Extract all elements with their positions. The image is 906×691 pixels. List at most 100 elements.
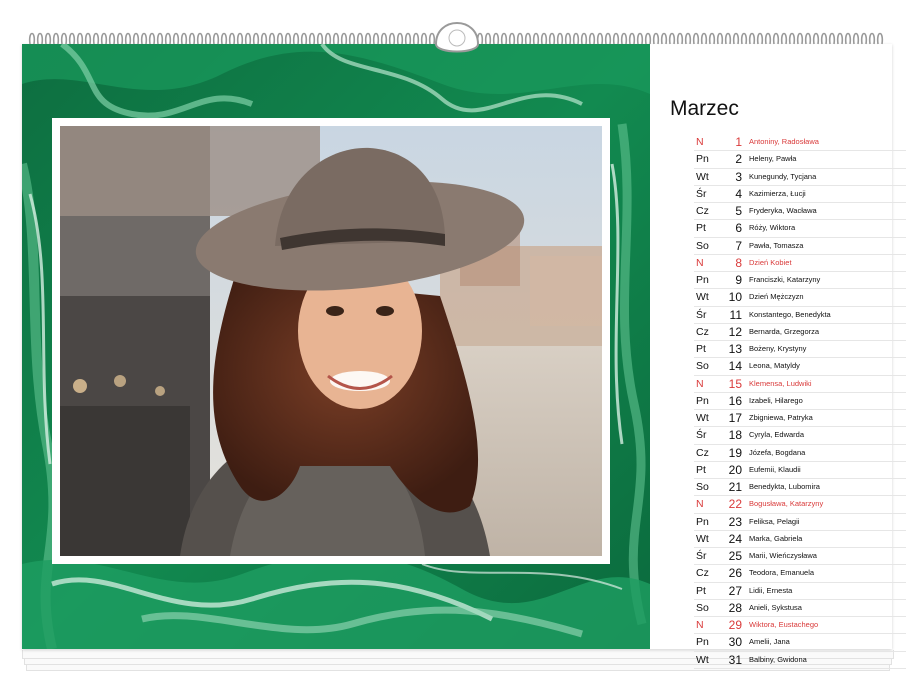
- binding-loop: [484, 32, 492, 45]
- binding-loop: [716, 32, 724, 45]
- day-row: Śr 25 Marii, Wieńczysława: [694, 548, 906, 566]
- binding-loop: [580, 32, 588, 45]
- day-row: N 8 Dzień Kobiet: [694, 255, 906, 272]
- weekday-label: Pt: [696, 222, 706, 235]
- binding-loop: [572, 32, 580, 45]
- name-day: Marii, Wieńczysława: [749, 551, 817, 560]
- binding-loop: [92, 32, 100, 45]
- month-title: Marzec: [670, 97, 739, 120]
- binding-loop: [292, 32, 300, 45]
- day-number: 10: [728, 290, 742, 305]
- weekday-label: Wt: [696, 291, 709, 304]
- name-day: Marka, Gabriela: [749, 533, 803, 543]
- day-number: 29: [728, 618, 742, 632]
- day-number: 3: [735, 169, 742, 184]
- binding-loop: [380, 32, 388, 45]
- day-number: 23: [728, 514, 742, 529]
- binding-loop: [876, 32, 884, 45]
- name-day: Izabeli, Hilarego: [749, 395, 803, 405]
- day-number: 8: [735, 255, 742, 270]
- day-number: 6: [735, 221, 742, 236]
- binding-loop: [68, 32, 76, 45]
- weekday-label: Pn: [696, 515, 709, 528]
- name-day: Amelii, Jana: [749, 637, 790, 647]
- binding-loop: [788, 32, 796, 45]
- binding-loop: [404, 32, 412, 45]
- binding-loop: [140, 32, 148, 45]
- day-number: 15: [728, 376, 742, 391]
- binding-loop: [276, 32, 284, 45]
- binding-loop: [372, 32, 380, 45]
- name-day: Feliksa, Pelagii: [749, 516, 800, 526]
- weekday-label: So: [696, 481, 709, 493]
- weekday-label: So: [696, 601, 709, 614]
- binding-loop: [508, 32, 516, 45]
- portrait-photo: [60, 126, 602, 556]
- day-row: Śr 4 Kazimierza, Łucji: [694, 186, 906, 203]
- binding-loop: [84, 32, 92, 45]
- day-row: Wt 24 Marka, Gabriela: [694, 531, 906, 548]
- weekday-label: Pn: [696, 274, 709, 286]
- binding-loop: [284, 32, 292, 45]
- day-number: 5: [735, 204, 742, 218]
- day-number: 21: [728, 480, 742, 494]
- weekday-label: So: [696, 239, 709, 252]
- weekday-label: Pt: [696, 463, 706, 476]
- binding-loop: [748, 32, 756, 45]
- day-row: Pn 30 Amelii, Jana: [694, 634, 906, 652]
- binding-loop: [364, 32, 372, 45]
- binding-loop: [356, 32, 364, 45]
- binding-loop: [732, 32, 740, 45]
- day-row: So 7 Pawła, Tomasza: [694, 238, 906, 255]
- binding-loop: [172, 32, 180, 45]
- binding-loop: [500, 32, 508, 45]
- day-row: Pn 16 Izabeli, Hilarego: [694, 393, 906, 410]
- weekday-label: Wt: [696, 532, 709, 545]
- day-row: Pt 6 Róży, Wiktora: [694, 220, 906, 238]
- binding-loop: [156, 32, 164, 45]
- binding-loop: [300, 32, 308, 45]
- calendar-page: Marzec N 1 Antoniny, Radosława Pn 2 Heleny, P…: [22, 44, 906, 669]
- binding-loop: [244, 32, 252, 45]
- binding-loop: [132, 32, 140, 45]
- weekday-label: Wt: [696, 653, 709, 666]
- day-number: 25: [728, 549, 742, 563]
- day-number: 28: [728, 600, 742, 615]
- day-number: 30: [728, 635, 742, 650]
- weekday-label: N: [696, 498, 704, 511]
- binding-loop: [612, 32, 620, 45]
- binding-loop: [812, 32, 820, 45]
- binding-loop: [44, 32, 52, 45]
- binding-loop: [540, 32, 548, 45]
- weekday-label: Wt: [696, 412, 709, 424]
- day-number: 11: [729, 307, 742, 322]
- weekday-label: Cz: [696, 567, 709, 580]
- binding-loop: [396, 32, 404, 45]
- binding-loop: [604, 32, 612, 45]
- binding-loop: [756, 32, 764, 45]
- photo-frame: [52, 118, 610, 564]
- binding-loop: [620, 32, 628, 45]
- binding-loop: [596, 32, 604, 45]
- binding-loop: [52, 32, 60, 45]
- binding-loop: [212, 32, 220, 45]
- binding-loop: [684, 32, 692, 45]
- binding-loop: [228, 32, 236, 45]
- name-day: Eufemii, Klaudii: [749, 464, 801, 474]
- weekday-label: Śr: [696, 187, 707, 200]
- day-row: Pt 20 Eufemii, Klaudii: [694, 462, 906, 479]
- binding-loop: [588, 32, 596, 45]
- binding-loop: [492, 32, 500, 45]
- day-number: 22: [728, 497, 742, 512]
- binding-loop: [780, 32, 788, 45]
- binding-loop: [148, 32, 156, 45]
- binding-loop: [108, 32, 116, 45]
- day-number: 9: [735, 273, 742, 287]
- weekday-label: Śr: [696, 429, 707, 442]
- name-day: Klemensa, Ludwiki: [749, 378, 812, 388]
- binding-loop: [340, 32, 348, 45]
- name-day: Bogusława, Katarzyny: [749, 499, 824, 509]
- day-number: 1: [735, 135, 742, 149]
- binding-loop: [420, 32, 428, 45]
- binding-loop: [852, 32, 860, 45]
